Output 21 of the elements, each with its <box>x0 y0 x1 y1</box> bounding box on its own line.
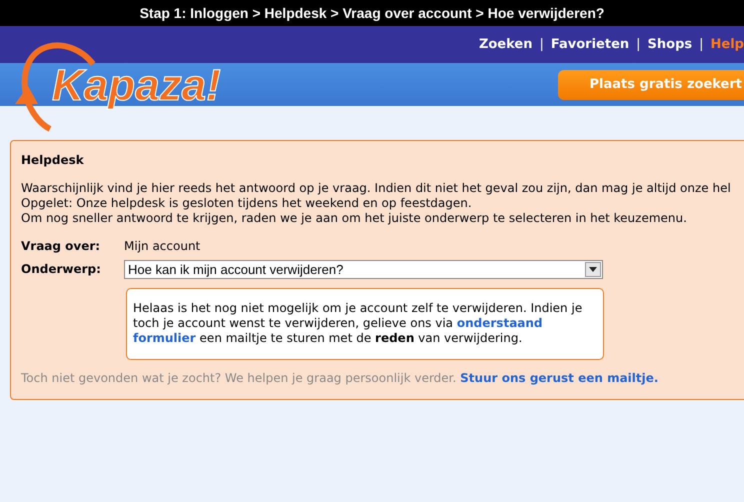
breadcrumb: Stap 1: Inloggen > Helpdesk > Vraag over account > Hoe verwijderen? <box>140 4 604 23</box>
mail-link[interactable]: Stuur ons gerust een mailtje. <box>460 371 658 385</box>
intro-line: Opgelet: Onze helpdesk is gesloten tijdens het weekend en op feestdagen. <box>21 196 472 211</box>
nav-link[interactable]: Zoeken <box>478 34 532 54</box>
field-label: Onderwerp: <box>21 261 102 278</box>
nav-link[interactable]: Shops <box>648 34 692 54</box>
nav-separator: | <box>539 36 544 54</box>
panel-title: Helpdesk <box>21 152 84 169</box>
form-link[interactable]: onderstaand <box>456 316 543 330</box>
nav-link[interactable]: Favorieten <box>550 34 630 54</box>
nav-separator: | <box>699 36 704 54</box>
answer-text: Helaas is het nog niet mogelijk om je account zelf te verwijderen. Indien je toch je account wenst te verwijderen, gelieve ons via onderstaand formulier een mailtje te sturen met de reden van verwijdering. <box>133 301 584 346</box>
nav-separator: | <box>636 36 641 54</box>
intro-line: Waarschijnlijk vind je hier reeds het antwoord op je vraag. Indien dit niet het geval zou zijn, dan mag je altijd onze hel <box>21 181 731 196</box>
field-value: Mijn account <box>124 238 200 255</box>
footer-text: Toch niet gevonden wat je zocht? We helpen je graag persoonlijk verder. Stuur ons gerust een mailtje. <box>21 370 658 387</box>
subject-select[interactable]: Hoe kan ik mijn account verwijderen? <box>124 260 603 279</box>
nav-link[interactable]: Help <box>710 34 744 54</box>
field-label: Vraag over: <box>21 238 102 255</box>
intro-line: Om nog sneller antwoord te krijgen, raden we je aan om het juiste onderwerp te selecteren in het keuzemenu. <box>21 211 687 226</box>
form-link[interactable]: formulier <box>133 331 196 345</box>
